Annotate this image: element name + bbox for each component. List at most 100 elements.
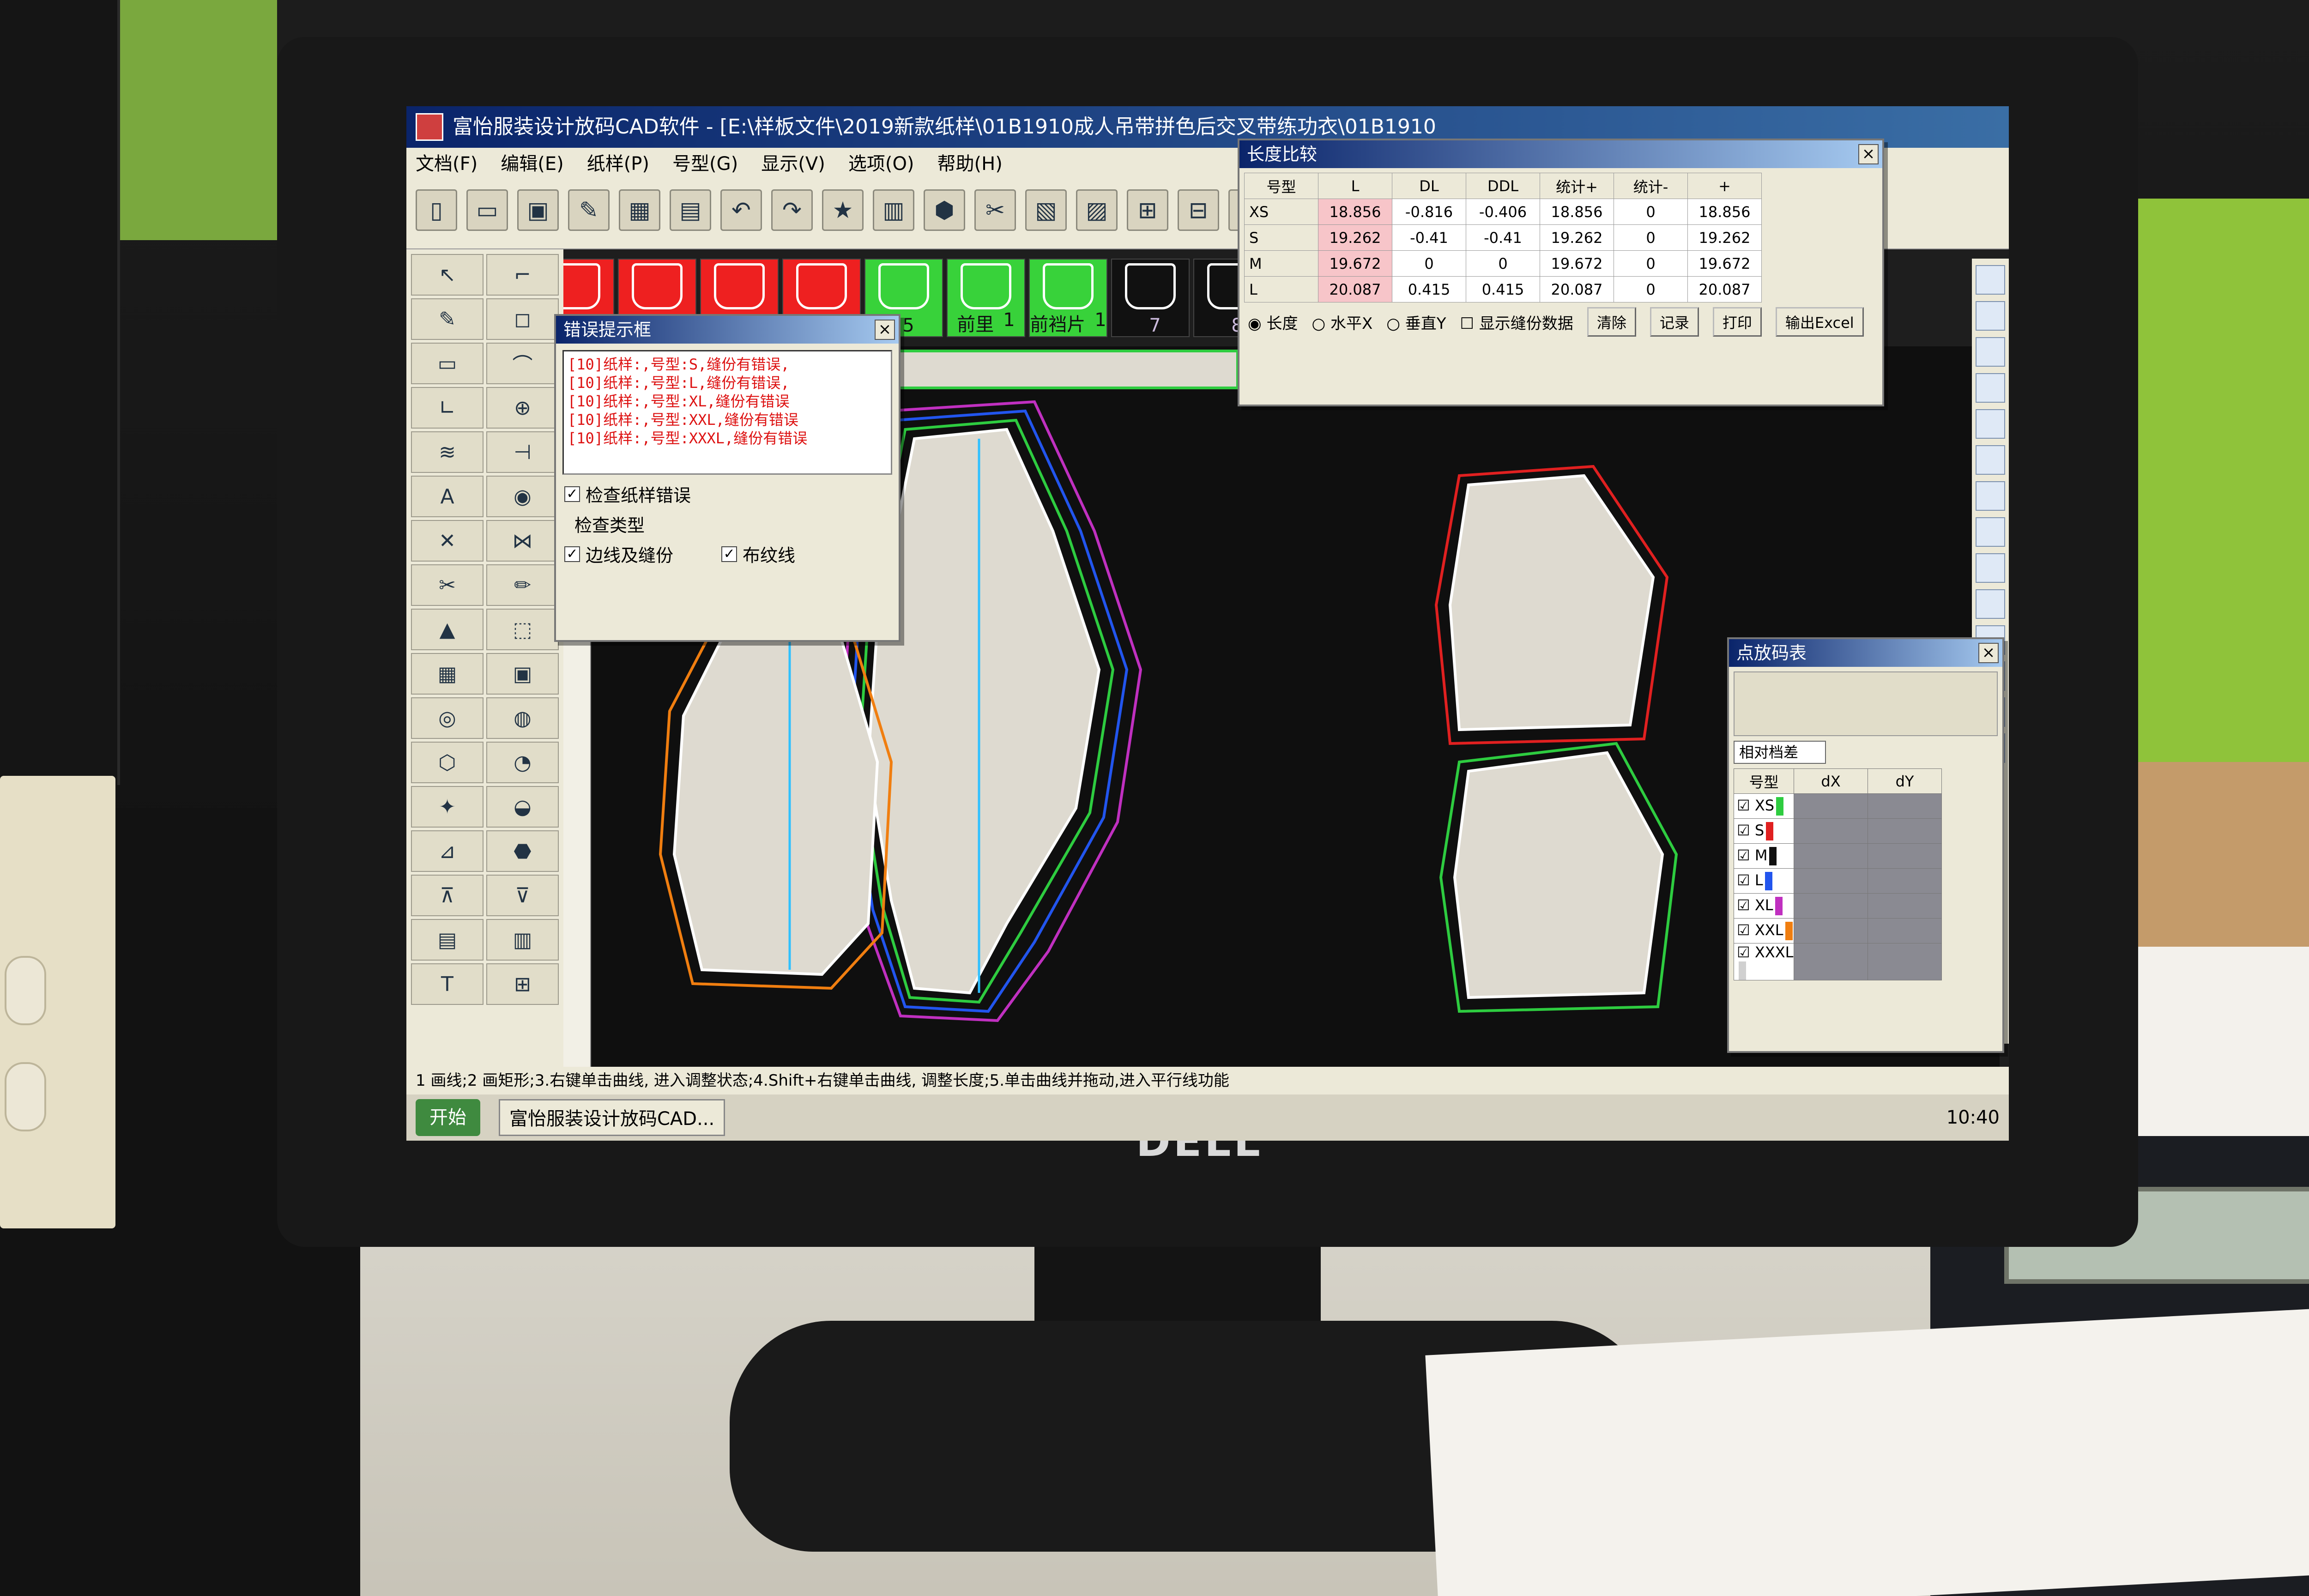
export-excel-button[interactable]: 输出Excel (1775, 307, 1864, 337)
dx-cell[interactable] (1794, 893, 1868, 919)
drawing-tool-icon[interactable]: ⊼ (411, 875, 484, 916)
dx-cell[interactable] (1794, 868, 1868, 894)
drawing-tool-icon[interactable]: ▭ (411, 343, 484, 384)
drawing-tool-icon[interactable]: ∟ (411, 387, 484, 429)
checkbox-icon[interactable]: ✓ (564, 486, 580, 502)
toolbar-tool-icon[interactable]: ↶ (720, 189, 762, 231)
pattern-piece-thumb[interactable]: 前里 1 (947, 259, 1025, 337)
pattern-piece-back-lower[interactable] (1453, 751, 1664, 999)
close-icon[interactable]: × (1858, 144, 1879, 164)
drawing-tool-icon[interactable]: ✎ (411, 298, 484, 340)
toolbar-tool-icon[interactable]: ▥ (873, 189, 914, 231)
toolbar-tool-icon[interactable]: ✂ (974, 189, 1016, 231)
drawing-tool-icon[interactable]: ⊣ (486, 431, 559, 473)
pattern-piece-thumb[interactable]: 前裆片 1 (1029, 259, 1107, 337)
toolbar-tool-icon[interactable]: ▯ (416, 189, 457, 231)
menu-item[interactable]: 文档(F) (416, 148, 478, 180)
show-seam-checkbox[interactable]: ☐ 显示缝份数据 (1460, 311, 1573, 333)
dx-cell[interactable] (1794, 943, 1868, 980)
drawing-tool-icon[interactable]: ⋈ (486, 520, 559, 562)
radio-horizontal[interactable]: ○ 水平X (1312, 311, 1372, 333)
drawing-tool-icon[interactable]: ▦ (411, 653, 484, 695)
size-cell[interactable]: ☑ S (1734, 818, 1794, 844)
drawing-tool-icon[interactable]: ⬣ (486, 830, 559, 872)
drawing-tool-icon[interactable]: ✕ (411, 520, 484, 562)
start-button[interactable]: 开始 (416, 1099, 480, 1136)
toolbar-tool-icon[interactable]: ▭ (466, 189, 508, 231)
size-cell[interactable]: ☑ XXXL (1734, 943, 1794, 980)
drawing-tool-icon[interactable]: ✦ (411, 786, 484, 828)
drawing-tool-icon[interactable]: ✏ (486, 564, 559, 606)
menu-item[interactable]: 纸样(P) (587, 148, 649, 180)
side-tool-icon[interactable] (1976, 301, 2005, 331)
drawing-tool-icon[interactable]: ◻ (486, 298, 559, 340)
radio-length[interactable]: ◉ 长度 (1248, 311, 1298, 333)
menu-item[interactable]: 编辑(E) (501, 148, 563, 180)
side-tool-icon[interactable] (1976, 517, 2005, 547)
dx-cell[interactable] (1794, 818, 1868, 844)
drawing-tool-icon[interactable]: ▤ (411, 919, 484, 961)
dy-cell[interactable] (1868, 843, 1942, 869)
drawing-tool-icon[interactable]: ≋ (411, 431, 484, 473)
drawing-tool-icon[interactable]: ◉ (486, 476, 559, 517)
drawing-tool-icon[interactable]: ▣ (486, 653, 559, 695)
checkbox-icon[interactable]: ☑ (1737, 896, 1755, 914)
pattern-piece-back-upper[interactable] (1448, 474, 1655, 732)
point-grading-tools[interactable] (1734, 671, 1998, 736)
side-tool-icon[interactable] (1976, 445, 2005, 475)
size-cell[interactable]: ☑ XL (1734, 893, 1794, 919)
drawing-tool-icon[interactable]: ⌒ (486, 343, 559, 384)
toolbar-tool-icon[interactable]: ✎ (568, 189, 610, 231)
taskbar-item-cad[interactable]: 富怡服装设计放码CAD... (499, 1099, 725, 1136)
size-row[interactable]: ☑ XS (1734, 793, 1942, 819)
close-icon[interactable]: × (1978, 643, 1999, 663)
side-tool-icon[interactable] (1976, 373, 2005, 403)
radio-vertical[interactable]: ○ 垂直Y (1386, 311, 1446, 333)
dy-cell[interactable] (1868, 893, 1942, 919)
menu-item[interactable]: 号型(G) (672, 148, 738, 180)
record-button[interactable]: 记录 (1650, 307, 1699, 337)
checkbox-icon[interactable]: ☑ (1737, 797, 1755, 814)
checkbox-icon[interactable]: ☑ (1737, 871, 1755, 889)
toolbar-tool-icon[interactable]: ⊞ (1127, 189, 1168, 231)
drawing-tool-icon[interactable]: ◔ (486, 742, 559, 783)
menu-item[interactable]: 显示(V) (761, 148, 825, 180)
dy-cell[interactable] (1868, 943, 1942, 980)
drawing-tool-icon[interactable]: ⬚ (486, 609, 559, 650)
size-cell[interactable]: ☑ XS (1734, 793, 1794, 819)
side-tool-icon[interactable] (1976, 409, 2005, 439)
dy-cell[interactable] (1868, 818, 1942, 844)
size-row[interactable]: ☑ XL (1734, 893, 1942, 919)
toolbar-tool-icon[interactable]: ▨ (1076, 189, 1118, 231)
dx-cell[interactable] (1794, 843, 1868, 869)
length-row[interactable]: S 19.262 -0.41 -0.41 19.262 0 19.262 (1244, 224, 1762, 251)
checkbox-icon[interactable]: ☑ (1737, 846, 1755, 864)
toolbar-tool-icon[interactable]: ▤ (670, 189, 711, 231)
toolbar-tool-icon[interactable]: ⬢ (924, 189, 965, 231)
drawing-tool-icon[interactable]: ⊿ (411, 830, 484, 872)
toolbar-tool-icon[interactable]: ▣ (517, 189, 559, 231)
pattern-piece-thumb[interactable]: 7 (1111, 259, 1190, 337)
size-row[interactable]: ☑ L (1734, 868, 1942, 894)
pattern-piece-front[interactable] (866, 428, 1101, 995)
dy-cell[interactable] (1868, 793, 1942, 819)
toolbar-tool-icon[interactable]: ★ (822, 189, 864, 231)
side-tool-icon[interactable] (1976, 589, 2005, 619)
menu-item[interactable]: 帮助(H) (937, 148, 1003, 180)
drawing-tool-icon[interactable]: ⊕ (486, 387, 559, 429)
size-cell[interactable]: ☑ M (1734, 843, 1794, 869)
length-row[interactable]: L 20.087 0.415 0.415 20.087 0 20.087 (1244, 276, 1762, 302)
pattern-piece-side[interactable] (672, 603, 879, 976)
drawing-tool-icon[interactable]: ▥ (486, 919, 559, 961)
drawing-tool-icon[interactable]: ⌐ (486, 254, 559, 296)
drawing-tool-icon[interactable]: ◍ (486, 697, 559, 739)
menu-item[interactable]: 选项(O) (848, 148, 914, 180)
length-row[interactable]: M 19.672 0 0 19.672 0 19.672 (1244, 250, 1762, 277)
check-pattern-error-row[interactable]: ✓ 检查纸样错误 (564, 481, 890, 507)
drawing-tool-icon[interactable]: ⊞ (486, 963, 559, 1005)
drawing-tool-icon[interactable]: ▲ (411, 609, 484, 650)
checkbox-icon[interactable]: ✓ (564, 546, 580, 562)
size-row[interactable]: ☑ XXL (1734, 918, 1942, 943)
dx-cell[interactable] (1794, 918, 1868, 943)
checkbox-icon[interactable]: ☑ (1737, 943, 1755, 961)
